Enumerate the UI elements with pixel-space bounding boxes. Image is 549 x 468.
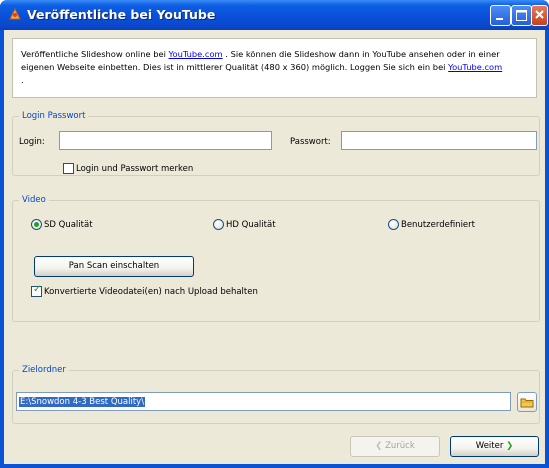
radio-hd-label: HD Qualität bbox=[226, 220, 276, 230]
minimize-button[interactable] bbox=[490, 5, 511, 26]
maximize-icon bbox=[516, 10, 527, 21]
radio-sd-quality[interactable] bbox=[31, 219, 42, 230]
target-folder-group: Zielordner E:\Snowdon 4-3 Best Quality\ bbox=[12, 364, 540, 424]
password-input[interactable] bbox=[341, 131, 537, 150]
target-path-text: E:\Snowdon 4-3 Best Quality\ bbox=[19, 397, 146, 407]
login-group: Login Passwort Login: Passwort: Login un… bbox=[12, 110, 540, 176]
remember-label: Login und Passwort merken bbox=[76, 164, 194, 174]
close-icon bbox=[535, 10, 544, 19]
close-button[interactable] bbox=[531, 5, 548, 26]
folder-icon bbox=[520, 398, 534, 408]
back-label: Zurück bbox=[385, 441, 415, 451]
back-button[interactable]: ❮ Zurück bbox=[350, 436, 440, 457]
title-bar[interactable]: Veröffentliche bei YouTube bbox=[0, 0, 549, 30]
youtube-link-1[interactable]: YouTube.com bbox=[169, 49, 223, 59]
checkmark-icon: ✓ bbox=[33, 284, 42, 295]
radio-selected-dot bbox=[34, 222, 39, 227]
back-arrow-icon: ❮ bbox=[375, 441, 383, 451]
minimize-icon bbox=[496, 18, 503, 20]
login-input[interactable] bbox=[59, 131, 272, 150]
target-folder-title: Zielordner bbox=[19, 364, 69, 376]
intro-text-1: Veröffentliche Slideshow online bei bbox=[21, 49, 169, 59]
app-icon bbox=[9, 7, 21, 20]
intro-text-3: . bbox=[21, 75, 24, 85]
browse-folder-button[interactable] bbox=[517, 392, 537, 412]
dialog-window: Veröffentliche bei YouTube Veröffentlich… bbox=[0, 0, 549, 468]
radio-sd-label: SD Qualität bbox=[44, 220, 93, 230]
dialog-client-area: Veröffentliche Slideshow online bei YouT… bbox=[4, 30, 545, 464]
video-group: Video SD Qualität HD Qualität Benutzerde… bbox=[12, 194, 540, 322]
password-label: Passwort: bbox=[290, 137, 331, 147]
next-button[interactable]: Weiter ❯ bbox=[450, 436, 539, 457]
window-title: Veröffentliche bei YouTube bbox=[27, 7, 216, 22]
panscan-button[interactable]: Pan Scan einschalten bbox=[34, 256, 194, 277]
intro-panel: Veröffentliche Slideshow online bei YouT… bbox=[12, 38, 537, 98]
next-label: Weiter bbox=[475, 441, 504, 451]
login-label: Login: bbox=[19, 137, 45, 147]
maximize-button[interactable] bbox=[511, 5, 532, 26]
radio-custom[interactable] bbox=[388, 219, 399, 230]
youtube-link-2[interactable]: YouTube.com bbox=[448, 62, 502, 72]
radio-custom-label: Benutzerdefiniert bbox=[401, 220, 475, 230]
login-group-title: Login Passwort bbox=[19, 110, 89, 122]
keep-video-label: Konvertierte Videodatei(en) nach Upload … bbox=[44, 287, 258, 297]
keep-video-checkbox[interactable]: ✓ bbox=[31, 284, 42, 297]
target-path-input[interactable]: E:\Snowdon 4-3 Best Quality\ bbox=[16, 392, 511, 411]
remember-checkbox[interactable] bbox=[63, 163, 74, 174]
next-arrow-icon: ❯ bbox=[506, 441, 514, 451]
radio-hd-quality[interactable] bbox=[213, 219, 224, 230]
video-group-title: Video bbox=[19, 194, 49, 206]
